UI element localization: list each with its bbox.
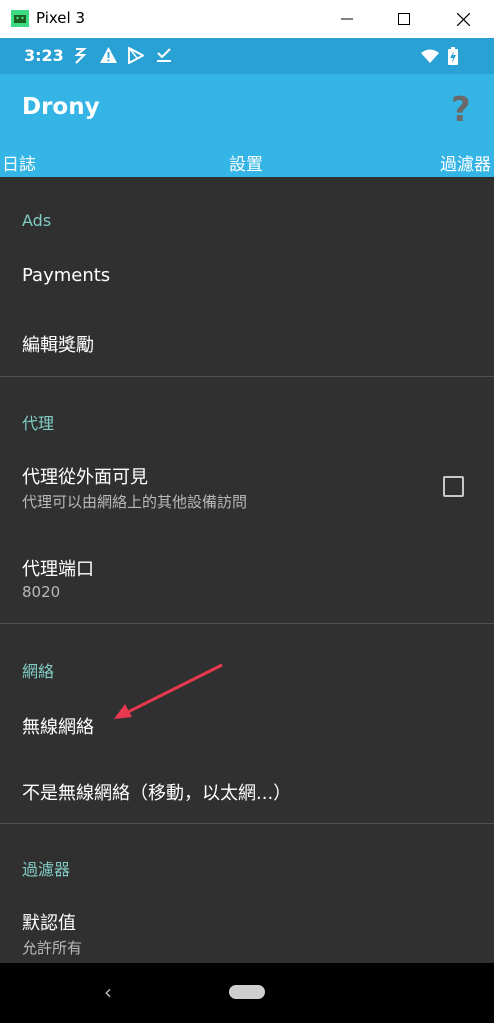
maximize-button[interactable] bbox=[381, 0, 427, 38]
category-proxy: 代理 bbox=[22, 414, 55, 433]
close-button[interactable] bbox=[440, 0, 486, 38]
pref-proxy-visible-summary: 代理可以由網絡上的其他設備訪問 bbox=[22, 493, 248, 511]
status-time: 3:23 bbox=[24, 46, 64, 65]
pref-edit-rewards[interactable]: 編輯獎勵 bbox=[22, 331, 94, 357]
settings-list: Ads Payments 編輯獎勵 代理 代理從外面可見 代理可以由網絡上的其他… bbox=[0, 177, 494, 963]
play-store-icon bbox=[128, 47, 144, 64]
help-icon[interactable]: ? bbox=[451, 90, 471, 130]
section-divider bbox=[0, 823, 494, 824]
pref-not-wifi[interactable]: 不是無線網絡（移動，以太網...） bbox=[22, 779, 291, 805]
status-bar: 3:23 bbox=[0, 38, 494, 74]
pref-payments[interactable]: Payments bbox=[22, 265, 110, 286]
battery-icon bbox=[448, 47, 458, 65]
pref-proxy-port-title[interactable]: 代理端口 bbox=[22, 555, 94, 581]
window-titlebar: Pixel 3 bbox=[0, 0, 494, 39]
pref-proxy-port-value: 8020 bbox=[22, 583, 61, 601]
close-icon bbox=[456, 12, 470, 26]
section-divider bbox=[0, 376, 494, 377]
maximize-icon bbox=[398, 13, 410, 25]
download-done-icon bbox=[157, 48, 171, 62]
section-divider bbox=[0, 623, 494, 624]
pref-default-title[interactable]: 默認值 bbox=[22, 909, 76, 935]
category-ads: Ads bbox=[22, 211, 52, 230]
tab-log[interactable]: 日誌 bbox=[2, 150, 36, 175]
wifi-icon bbox=[421, 49, 439, 63]
pref-wifi[interactable]: 無線網絡 bbox=[22, 713, 94, 739]
emulator-window: Pixel 3 3:23 Drony ? 日誌 設置 過濾器 Ads Payme… bbox=[0, 0, 494, 1023]
pref-default-summary: 允許所有 bbox=[22, 939, 83, 957]
proxy-visible-checkbox[interactable] bbox=[443, 476, 464, 497]
app-bar: Drony ? bbox=[0, 74, 494, 144]
home-pill-icon[interactable] bbox=[229, 985, 265, 999]
app-title: Drony bbox=[22, 94, 100, 120]
warning-icon bbox=[100, 47, 117, 63]
minimize-icon bbox=[341, 18, 353, 20]
category-network: 網絡 bbox=[22, 662, 55, 681]
tab-filter[interactable]: 過濾器 bbox=[440, 150, 491, 175]
back-icon[interactable]: ‹ bbox=[104, 980, 112, 1004]
sim-icon bbox=[74, 48, 87, 64]
navigation-bar: ‹ bbox=[0, 963, 494, 1023]
category-filter: 過濾器 bbox=[22, 860, 71, 879]
tab-settings[interactable]: 設置 bbox=[229, 150, 263, 175]
annotation-arrow bbox=[114, 663, 223, 719]
minimize-button[interactable] bbox=[324, 0, 370, 38]
android-icon bbox=[11, 10, 29, 27]
tab-bar: 日誌 設置 過濾器 bbox=[0, 144, 494, 177]
pref-proxy-visible-title[interactable]: 代理從外面可見 bbox=[22, 463, 148, 489]
window-title: Pixel 3 bbox=[36, 9, 86, 27]
